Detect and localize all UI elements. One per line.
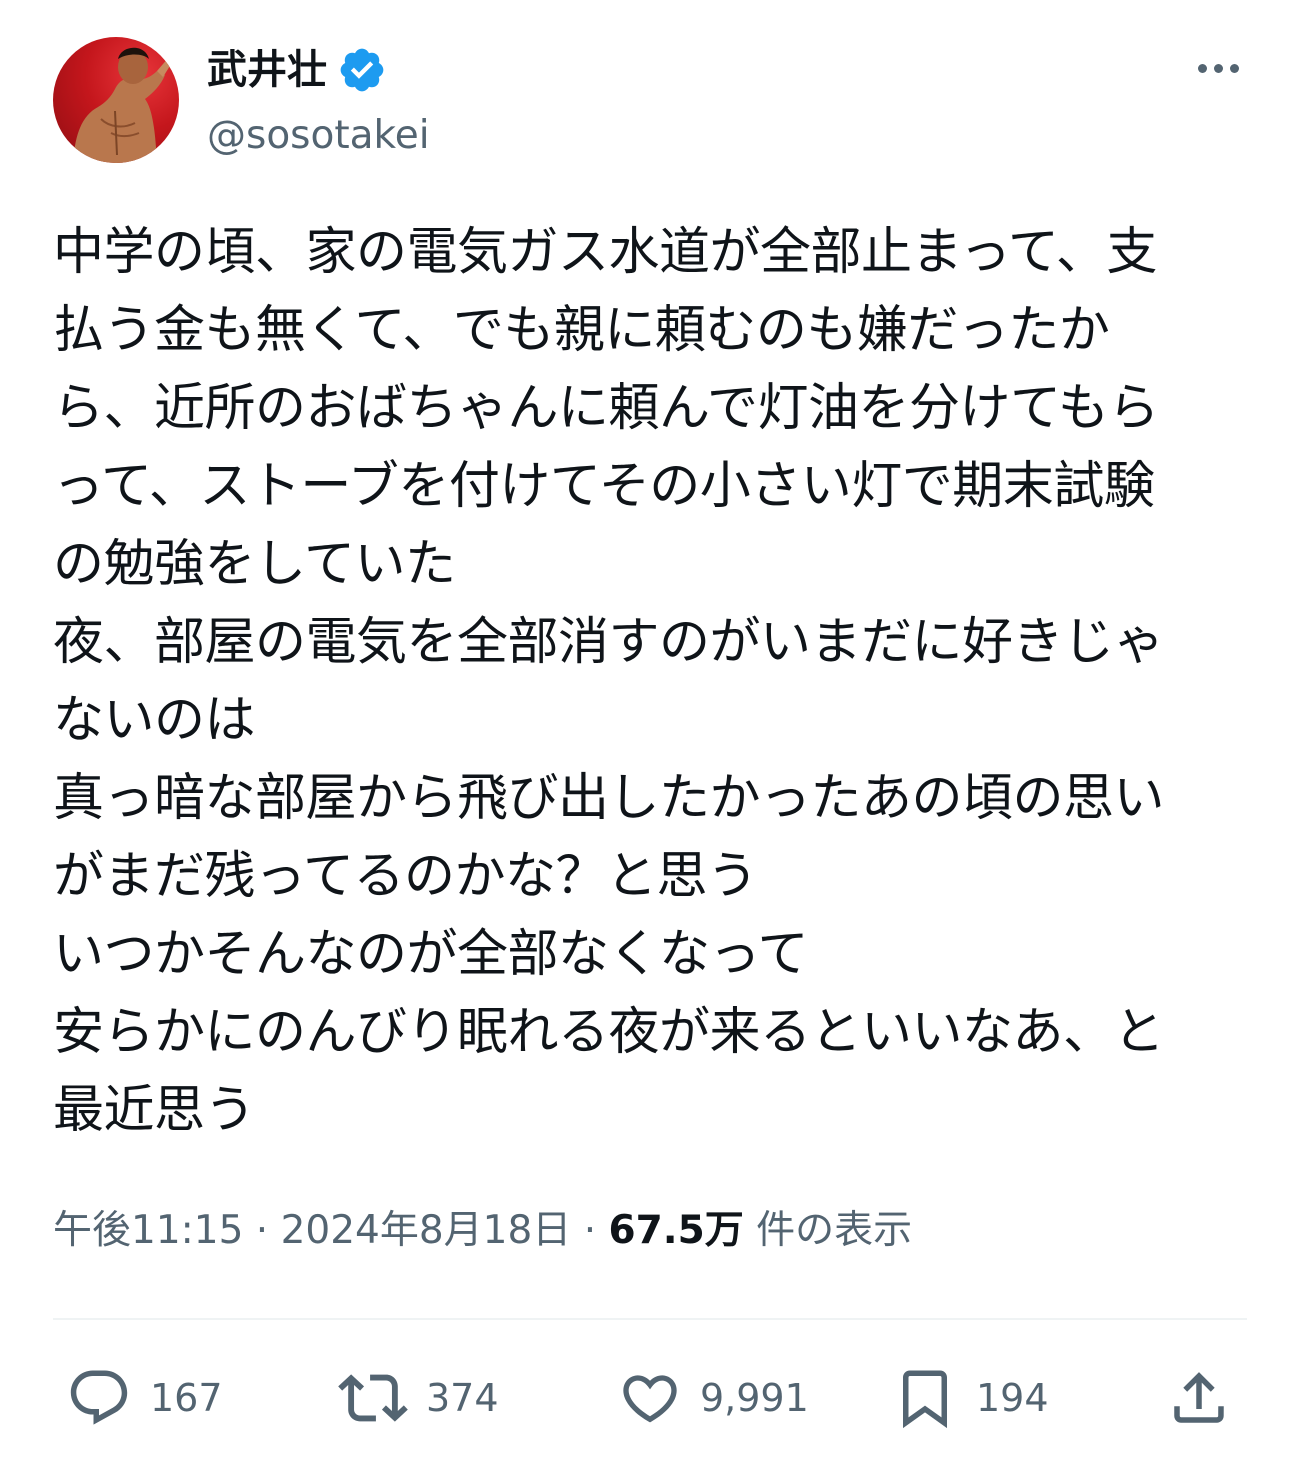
views-label: 件の表示 [743,1208,913,1253]
reply-icon [66,1365,132,1431]
heart-icon [618,1366,682,1430]
more-dot-icon [1197,63,1207,73]
bookmark-icon [892,1365,958,1431]
meta-separator: · [571,1208,609,1253]
tweet-date[interactable]: 2024年8月18日 [281,1208,572,1253]
author-name-row[interactable]: 武井壮 [207,40,387,100]
repost-button[interactable]: 374 [338,1360,499,1436]
action-bar: 167 374 9,991 194 [0,1360,1300,1436]
repost-icon [338,1363,408,1433]
meta-separator: · [243,1208,281,1253]
share-icon [1166,1365,1232,1431]
avatar[interactable] [53,37,179,163]
bookmark-count: 194 [976,1376,1049,1420]
author-display-name[interactable]: 武井壮 [207,40,327,100]
more-dot-icon [1213,63,1223,73]
repost-count: 374 [426,1376,499,1420]
like-count: 9,991 [700,1376,809,1420]
divider [53,1318,1247,1320]
avatar-photo [73,47,173,163]
more-options-button[interactable] [1186,46,1250,90]
reply-button[interactable]: 167 [66,1360,223,1436]
verified-badge-icon [337,45,387,95]
like-button[interactable]: 9,991 [618,1360,809,1436]
views-count: 67.5万 [608,1208,744,1253]
more-dot-icon [1229,63,1239,73]
bookmark-button[interactable]: 194 [892,1360,1049,1436]
author-handle[interactable]: @sosotakei [207,110,430,162]
share-button[interactable] [1166,1360,1232,1436]
tweet-text: 中学の頃、家の電気ガス水道が全部止まって、支 払う金も無くて、でも親に頼むのも嫌… [53,223,1165,1140]
tweet-metadata: 午後11:15 · 2024年8月18日 · 67.5万 件の表示 [53,1201,912,1261]
tweet-time[interactable]: 午後11:15 [53,1208,243,1253]
reply-count: 167 [150,1376,223,1420]
